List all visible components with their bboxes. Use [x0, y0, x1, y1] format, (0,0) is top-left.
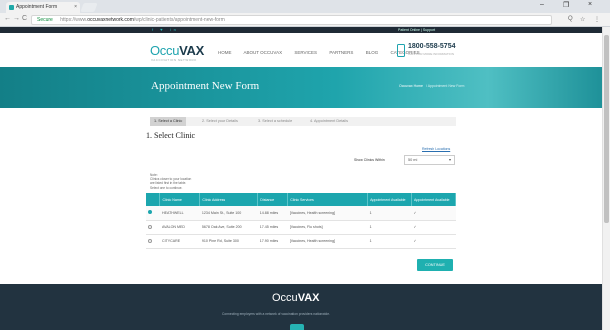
- cell-services: [Vaccines, Flu shots]: [287, 220, 368, 235]
- note-line: are listed first in the table.: [150, 181, 187, 186]
- menu-item-services[interactable]: SERVICES: [294, 50, 317, 55]
- step-select-clinic[interactable]: 1. Select a Clinic: [150, 117, 187, 126]
- check-icon: ✓: [411, 220, 456, 235]
- secure-label: Secure: [37, 17, 53, 23]
- cell-clinic-address: 1234 Main St., Suite 100: [199, 206, 258, 221]
- col-clinic-name: Clinic Name: [159, 193, 201, 206]
- browser-tab-bar: Appointment Form × – ❐ ×: [0, 0, 610, 13]
- cell-clinic-name: AVALON MED: [159, 220, 200, 235]
- maximize-icon[interactable]: ❐: [563, 1, 569, 9]
- address-bar-row: ← → C Secure https://www.occuvaxnetwork.…: [0, 13, 610, 27]
- cell-distance: 17.90 miles: [257, 234, 288, 249]
- new-tab-button[interactable]: [80, 3, 98, 12]
- cell-clinic-address: 910 Pine Rd, Suite 300: [199, 234, 258, 249]
- cell-services: [Vaccines, Health screening]: [287, 206, 368, 221]
- logo-tagline: VACCINATION NETWORK: [151, 58, 197, 62]
- note-line: Select one to continue.: [150, 185, 183, 190]
- radio-unselected[interactable]: [148, 238, 152, 243]
- window-close-icon[interactable]: ×: [588, 1, 592, 8]
- refresh-locations-link[interactable]: Refresh Locations: [422, 147, 450, 151]
- within-label: Show Clinics Within: [354, 158, 385, 162]
- radio-unselected[interactable]: [148, 224, 152, 229]
- cell-availability: 1: [367, 220, 412, 235]
- bookmark-star-icon[interactable]: ☆: [580, 16, 585, 23]
- table-row[interactable]: AVALON MED 5678 Oak Ave, Suite 200 17.45…: [146, 220, 456, 235]
- zoom-icon[interactable]: Q: [568, 16, 573, 22]
- radio-selected[interactable]: [148, 210, 152, 215]
- url-host: occuvaxnetwork.com: [87, 17, 134, 23]
- phone-caption: CALL FOR MORE INFORMATION: [408, 52, 455, 56]
- col-availability-2: Appointment Available: [411, 193, 456, 206]
- row-radio-cell[interactable]: [146, 206, 160, 221]
- cell-clinic-address: 5678 Oak Ave, Suite 200: [199, 220, 258, 235]
- step-appointment-details[interactable]: 4. Appointment Details: [310, 117, 348, 126]
- occuvax-logo[interactable]: OccuVAX: [150, 43, 204, 58]
- browser-menu-icon[interactable]: ⋮: [594, 16, 600, 23]
- cell-availability: 1: [367, 206, 412, 221]
- table-row[interactable]: CITYCARE 910 Pine Rd, Suite 300 17.90 mi…: [146, 234, 456, 249]
- check-icon: ✓: [411, 234, 456, 249]
- back-icon[interactable]: ←: [4, 15, 11, 22]
- breadcrumb: Occuvax Home / Appointment New Form: [399, 84, 464, 88]
- footer-logo[interactable]: OccuVAX: [272, 292, 320, 304]
- minimize-icon[interactable]: –: [540, 1, 544, 8]
- step-details[interactable]: 2. Select your Details: [202, 117, 238, 126]
- row-radio-cell[interactable]: [146, 220, 160, 235]
- menu-item-partners[interactable]: PARTNERS: [329, 50, 353, 55]
- cell-clinic-name: HEATHWELL: [159, 206, 200, 221]
- table-row[interactable]: HEATHWELL 1234 Main St., Suite 100 14.88…: [146, 206, 456, 221]
- clinic-table: Clinic Name Clinic Address Distance Clin…: [146, 193, 456, 249]
- check-icon: ✓: [411, 206, 456, 221]
- footer-text: Connecting employers with a network of v…: [222, 312, 330, 316]
- step-tabs: 1. Select a Clinic 2. Select your Detail…: [150, 117, 456, 126]
- breadcrumb-current: / Appointment New Form: [425, 84, 465, 88]
- distance-select[interactable]: 50 mi ▾: [404, 155, 455, 165]
- cell-distance: 17.45 miles: [257, 220, 288, 235]
- page-title: Appointment New Form: [151, 80, 260, 92]
- scrollbar-thumb[interactable]: [604, 35, 609, 223]
- cell-clinic-name: CITYCARE: [159, 234, 200, 249]
- site-header: OccuVAX VACCINATION NETWORK HOME ABOUT O…: [0, 33, 610, 67]
- section-title: 1. Select Clinic: [146, 131, 196, 140]
- phone-icon: [397, 44, 405, 57]
- site-footer: OccuVAX Connecting employers with a netw…: [0, 284, 602, 330]
- reload-icon[interactable]: C: [22, 15, 27, 22]
- distance-value: 50 mi: [408, 158, 418, 162]
- tab-title: Appointment Form: [16, 4, 58, 10]
- step-schedule[interactable]: 3. Select a schedule: [258, 117, 292, 126]
- col-services: Clinic Services: [287, 193, 369, 206]
- url-input[interactable]: Secure https://www.occuvaxnetwork.com/wp…: [31, 15, 552, 25]
- clinic-note: Note: Clinics closer to your location ar…: [150, 173, 191, 190]
- page-banner: Appointment New Form Occuvax Home / Appoi…: [0, 67, 610, 108]
- url-prefix: https://www.: [60, 17, 88, 23]
- url-path: /wp/clinic-patients/appointment-new-form: [133, 17, 225, 23]
- menu-item-about[interactable]: ABOUT OCCUVAX: [244, 50, 283, 55]
- table-header-row: Clinic Name Clinic Address Distance Clin…: [146, 193, 456, 206]
- continue-button[interactable]: CONTINUE: [417, 259, 453, 271]
- footer-accent-shape: [290, 324, 304, 330]
- chevron-down-icon: ▾: [448, 157, 451, 162]
- site-favicon-icon: [9, 5, 14, 10]
- tab-close-icon[interactable]: ×: [74, 2, 77, 13]
- col-clinic-address: Clinic Address: [199, 193, 259, 206]
- page-scrollbar[interactable]: [602, 27, 610, 330]
- col-distance: Distance: [257, 193, 289, 206]
- menu-item-home[interactable]: HOME: [218, 50, 232, 55]
- cell-distance: 14.88 miles: [257, 206, 288, 221]
- cell-services: [Vaccines, Health screening]: [287, 234, 368, 249]
- browser-tab[interactable]: Appointment Form ×: [6, 2, 80, 13]
- col-select: [146, 193, 161, 206]
- phone-number[interactable]: 1800-558-5754: [408, 43, 456, 50]
- cell-availability: 1: [367, 234, 412, 249]
- menu-item-blog[interactable]: BLOG: [366, 50, 379, 55]
- forward-icon[interactable]: →: [13, 15, 20, 22]
- col-availability: Appointment Available: [367, 193, 412, 206]
- row-radio-cell[interactable]: [146, 234, 160, 249]
- breadcrumb-home[interactable]: Occuvax Home: [399, 84, 423, 88]
